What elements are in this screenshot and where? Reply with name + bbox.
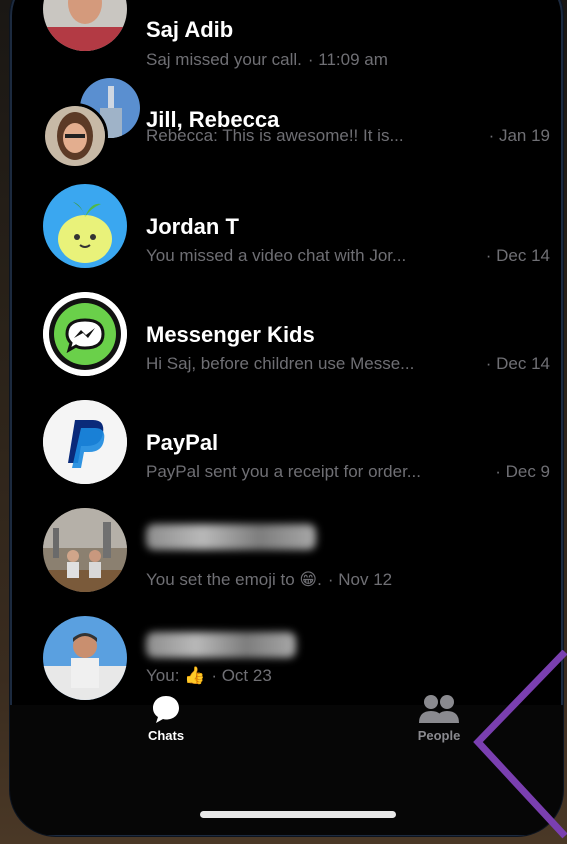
chat-preview: PayPal sent you a receipt for order... ·… bbox=[146, 462, 550, 482]
chat-time: · 11:09 am bbox=[307, 50, 388, 69]
avatar[interactable] bbox=[43, 400, 127, 484]
chat-row-jordan-t[interactable]: Jordan T You missed a video chat with Jo… bbox=[10, 184, 563, 284]
avatar-photo-icon bbox=[43, 0, 127, 51]
paypal-logo-icon bbox=[43, 400, 127, 484]
chat-preview: Rebecca: This is awesome!! It is... · Ja… bbox=[146, 126, 550, 146]
tab-chats[interactable]: Chats bbox=[138, 693, 194, 743]
tab-chats-label: Chats bbox=[147, 728, 185, 743]
chat-row-messenger-kids[interactable]: Messenger Kids Hi Saj, before children u… bbox=[10, 292, 563, 392]
chat-preview: You missed a video chat with Jor... · De… bbox=[146, 246, 550, 266]
chat-time: · Nov 12 bbox=[327, 570, 393, 589]
annotation-chevron-icon bbox=[473, 650, 567, 839]
chat-time: · Dec 9 bbox=[495, 462, 550, 481]
avatar[interactable] bbox=[43, 184, 127, 268]
chat-time: · Oct 23 bbox=[211, 666, 272, 685]
chat-preview-text: You set the emoji to 😁. bbox=[146, 570, 322, 589]
blurred-name bbox=[146, 632, 296, 658]
chat-row-paypal[interactable]: PayPal PayPal sent you a receipt for ord… bbox=[10, 400, 563, 500]
chat-preview: You set the emoji to 😁. · Nov 12 bbox=[146, 570, 392, 590]
chat-row-saj-adib[interactable]: Saj Adib Saj missed your call. · 11:09 a… bbox=[10, 0, 563, 70]
home-indicator[interactable] bbox=[200, 811, 396, 818]
sprout-character-icon bbox=[43, 184, 127, 268]
chat-preview: You: 👍 · Oct 23 bbox=[146, 666, 272, 686]
chat-preview-text: You: 👍 bbox=[146, 666, 206, 685]
chat-preview-text: You missed a video chat with Jor... bbox=[146, 246, 407, 265]
chat-preview-text: Saj missed your call. bbox=[146, 50, 302, 69]
chat-name: Jordan T bbox=[146, 214, 239, 239]
person-photo-icon bbox=[43, 616, 127, 700]
people-photo-icon bbox=[43, 508, 127, 592]
messenger-kids-logo-icon bbox=[43, 292, 127, 376]
chat-name: PayPal bbox=[146, 430, 219, 455]
chat-name: Saj Adib bbox=[146, 17, 234, 42]
chat-name: Messenger Kids bbox=[146, 322, 315, 347]
person-photo-icon bbox=[45, 106, 105, 166]
chat-bubble-icon bbox=[153, 696, 179, 723]
chat-row-jill-rebecca[interactable]: Jill, Rebecca Rebecca: This is awesome!!… bbox=[10, 78, 563, 178]
blurred-name bbox=[146, 524, 316, 550]
group-avatar-front bbox=[42, 103, 108, 169]
chat-time: · Dec 14 bbox=[485, 246, 550, 265]
avatar[interactable] bbox=[43, 508, 127, 592]
tab-people-label: People bbox=[417, 728, 461, 743]
chat-time: · Dec 14 bbox=[485, 354, 550, 373]
chat-row-blurred-1[interactable]: You set the emoji to 😁. · Nov 12 bbox=[10, 508, 563, 608]
tab-people[interactable]: People bbox=[409, 693, 469, 743]
chat-preview: Saj missed your call. · 11:09 am bbox=[146, 50, 388, 70]
chat-preview-text: Hi Saj, before children use Messe... bbox=[146, 354, 415, 373]
chat-preview: Hi Saj, before children use Messe... · D… bbox=[146, 354, 550, 374]
avatar[interactable] bbox=[43, 292, 127, 376]
chat-preview-text: Rebecca: This is awesome!! It is... bbox=[146, 126, 404, 145]
chat-time: · Jan 19 bbox=[488, 126, 550, 145]
avatar[interactable] bbox=[43, 616, 127, 700]
people-icon bbox=[419, 695, 459, 723]
chat-preview-text: PayPal sent you a receipt for order... bbox=[146, 462, 421, 481]
avatar[interactable] bbox=[43, 0, 127, 51]
